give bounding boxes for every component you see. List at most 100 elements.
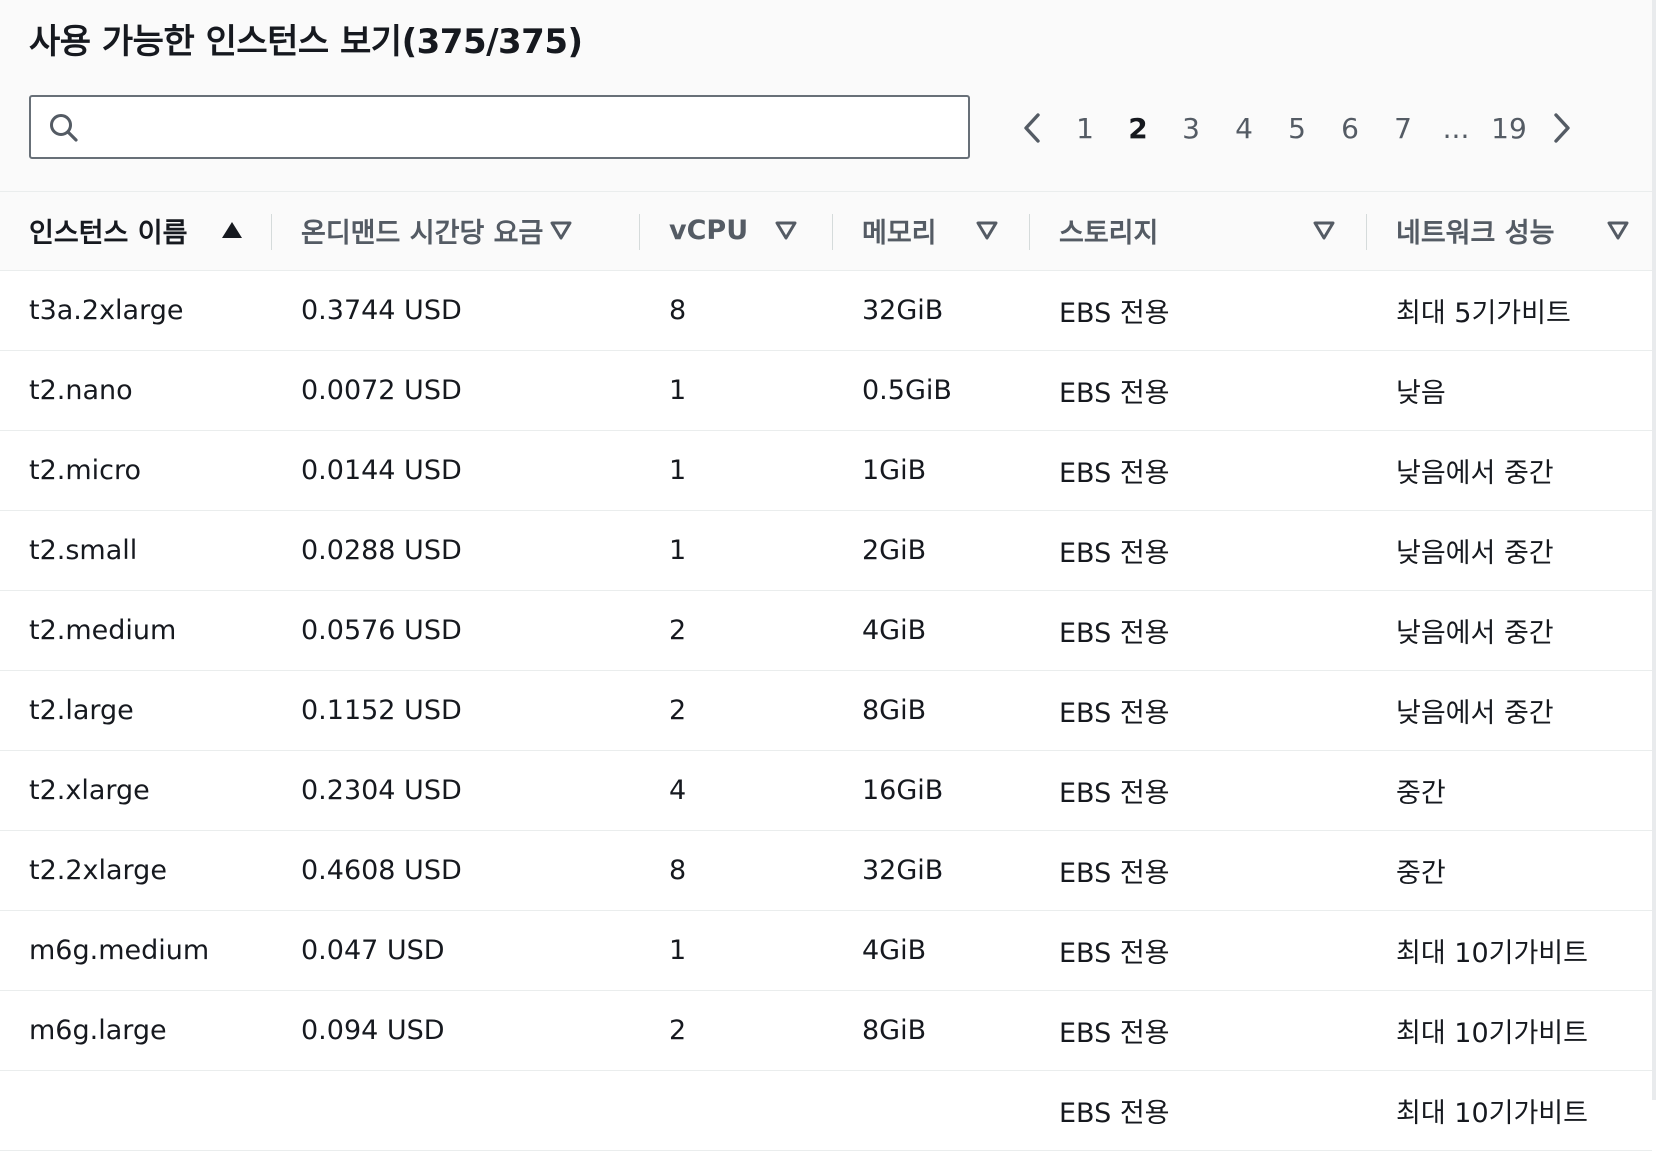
cell-network: 낮음에서 중간 (1367, 430, 1652, 511)
column-header-instance-name[interactable]: 인스턴스 이름 (0, 192, 272, 271)
page-5-button[interactable]: 5 (1275, 100, 1319, 156)
cell-memory: 4GiB (833, 590, 1030, 671)
page-1-button[interactable]: 1 (1063, 100, 1107, 156)
cell-vcpu: 2 (640, 990, 833, 1071)
cell-storage: EBS 전용 (1030, 910, 1367, 991)
cell-price: 0.0288 USD (272, 510, 640, 591)
cell-instance-name: t2.nano (0, 350, 272, 431)
cell-storage: EBS 전용 (1030, 590, 1367, 671)
table-row[interactable]: t2.nano 0.0072 USD 1 0.5GiB EBS 전용 낮음 (0, 350, 1652, 431)
cell-network: 낮음에서 중간 (1367, 670, 1652, 751)
column-header-ondemand-price[interactable]: 온디맨드 시간당 요금 (272, 192, 640, 271)
column-header-memory[interactable]: 메모리 (833, 192, 1030, 271)
table-row[interactable]: t2.micro 0.0144 USD 1 1GiB EBS 전용 낮음에서 중… (0, 430, 1652, 511)
page-4-button[interactable]: 4 (1222, 100, 1266, 156)
cell-price: 0.3744 USD (272, 270, 640, 351)
column-label: 메모리 (862, 218, 937, 250)
cell-memory: 8GiB (833, 670, 1030, 751)
cell-instance-name: m6g.medium (0, 910, 272, 991)
sort-unsorted-icon (1313, 221, 1335, 240)
table-header-row: 인스턴스 이름 온디맨드 시간당 요금 vCPU 메모리 스토리지 네트워크 성… (0, 192, 1652, 271)
cell-memory: 4GiB (833, 910, 1030, 991)
cell-vcpu: 4 (640, 750, 833, 831)
cell-network: 중간 (1367, 830, 1652, 911)
table-row[interactable]: t3a.2xlarge 0.3744 USD 8 32GiB EBS 전용 최대… (0, 270, 1652, 351)
search-input[interactable] (93, 103, 953, 151)
cell-storage: EBS 전용 (1030, 270, 1367, 351)
cell-memory: 8GiB (833, 990, 1030, 1071)
column-header-network[interactable]: 네트워크 성능 (1367, 192, 1652, 271)
search-field[interactable] (29, 95, 970, 159)
cell-instance-name: t2.large (0, 670, 272, 751)
cell-price: 0.094 USD (272, 990, 640, 1071)
cell-vcpu: 2 (640, 670, 833, 751)
cell-price: 0.0144 USD (272, 430, 640, 511)
cell-instance-name (0, 1070, 272, 1151)
cell-price: 0.0576 USD (272, 590, 640, 671)
cell-memory: 0.5GiB (833, 350, 1030, 431)
cell-storage: EBS 전용 (1030, 350, 1367, 431)
panel-title: 사용 가능한 인스턴스 보기(375/375) (29, 22, 583, 62)
table-row[interactable]: t2.2xlarge 0.4608 USD 8 32GiB EBS 전용 중간 (0, 830, 1652, 911)
page-ellipsis: ... (1442, 111, 1470, 145)
cell-instance-name: t2.xlarge (0, 750, 272, 831)
instance-table: 인스턴스 이름 온디맨드 시간당 요금 vCPU 메모리 스토리지 네트워크 성… (0, 192, 1652, 1151)
page-19-button[interactable]: 19 (1487, 100, 1531, 156)
page-7-button[interactable]: 7 (1381, 100, 1425, 156)
table-row[interactable]: t2.large 0.1152 USD 2 8GiB EBS 전용 낮음에서 중… (0, 670, 1652, 751)
table-row[interactable]: m6g.medium 0.047 USD 1 4GiB EBS 전용 최대 10… (0, 910, 1652, 991)
page-6-button[interactable]: 6 (1328, 100, 1372, 156)
column-label: 스토리지 (1059, 218, 1159, 250)
cell-price (272, 1070, 640, 1151)
search-icon (50, 114, 78, 142)
table-row[interactable]: t2.medium 0.0576 USD 2 4GiB EBS 전용 낮음에서 … (0, 590, 1652, 671)
cell-storage: EBS 전용 (1030, 750, 1367, 831)
table-row[interactable]: t2.xlarge 0.2304 USD 4 16GiB EBS 전용 중간 (0, 750, 1652, 831)
cell-vcpu: 1 (640, 510, 833, 591)
cell-memory: 1GiB (833, 430, 1030, 511)
table-row[interactable]: m6g.large 0.094 USD 2 8GiB EBS 전용 최대 10기… (0, 990, 1652, 1071)
sort-unsorted-icon (775, 221, 797, 240)
column-header-vcpu[interactable]: vCPU (640, 192, 833, 271)
cell-network: 최대 10기가비트 (1367, 910, 1652, 991)
chevron-left-icon (1024, 113, 1040, 143)
cell-vcpu: 2 (640, 590, 833, 671)
cell-instance-name: t2.medium (0, 590, 272, 671)
table-row[interactable]: t2.small 0.0288 USD 1 2GiB EBS 전용 낮음에서 중… (0, 510, 1652, 591)
cell-storage: EBS 전용 (1030, 430, 1367, 511)
cell-network: 중간 (1367, 750, 1652, 831)
cell-network: 낮음에서 중간 (1367, 590, 1652, 671)
previous-page-button[interactable] (1010, 100, 1054, 156)
cell-network: 최대 10기가비트 (1367, 1070, 1652, 1151)
cell-instance-name: m6g.large (0, 990, 272, 1071)
column-label: 인스턴스 이름 (29, 218, 188, 250)
cell-network: 낮음 (1367, 350, 1652, 431)
table-row[interactable]: EBS 전용 최대 10기가비트 (0, 1070, 1652, 1151)
cell-instance-name: t2.micro (0, 430, 272, 511)
cell-vcpu: 8 (640, 270, 833, 351)
sort-ascending-icon (222, 222, 242, 238)
cell-vcpu (640, 1070, 833, 1151)
cell-memory (833, 1070, 1030, 1151)
sort-unsorted-icon (976, 221, 998, 240)
column-label: vCPU (669, 215, 749, 247)
cell-network: 최대 5기가비트 (1367, 270, 1652, 351)
next-page-button[interactable] (1540, 100, 1584, 156)
cell-memory: 32GiB (833, 830, 1030, 911)
panel-header: 사용 가능한 인스턴스 보기(375/375) 1 2 3 4 5 6 7 ..… (0, 0, 1652, 192)
scrollbar-track[interactable] (1652, 0, 1656, 1100)
pagination: 1 2 3 4 5 6 7 ... 19 (1010, 100, 1630, 156)
page-3-button[interactable]: 3 (1169, 100, 1213, 156)
sort-unsorted-icon (1607, 221, 1629, 240)
column-header-storage[interactable]: 스토리지 (1030, 192, 1367, 271)
cell-vcpu: 1 (640, 910, 833, 991)
instance-types-panel: 사용 가능한 인스턴스 보기(375/375) 1 2 3 4 5 6 7 ..… (0, 0, 1652, 1151)
sort-unsorted-icon (550, 221, 572, 240)
cell-memory: 16GiB (833, 750, 1030, 831)
cell-price: 0.1152 USD (272, 670, 640, 751)
cell-price: 0.047 USD (272, 910, 640, 991)
page-2-button[interactable]: 2 (1116, 100, 1160, 156)
cell-instance-name: t2.2xlarge (0, 830, 272, 911)
cell-instance-name: t2.small (0, 510, 272, 591)
cell-storage: EBS 전용 (1030, 670, 1367, 751)
